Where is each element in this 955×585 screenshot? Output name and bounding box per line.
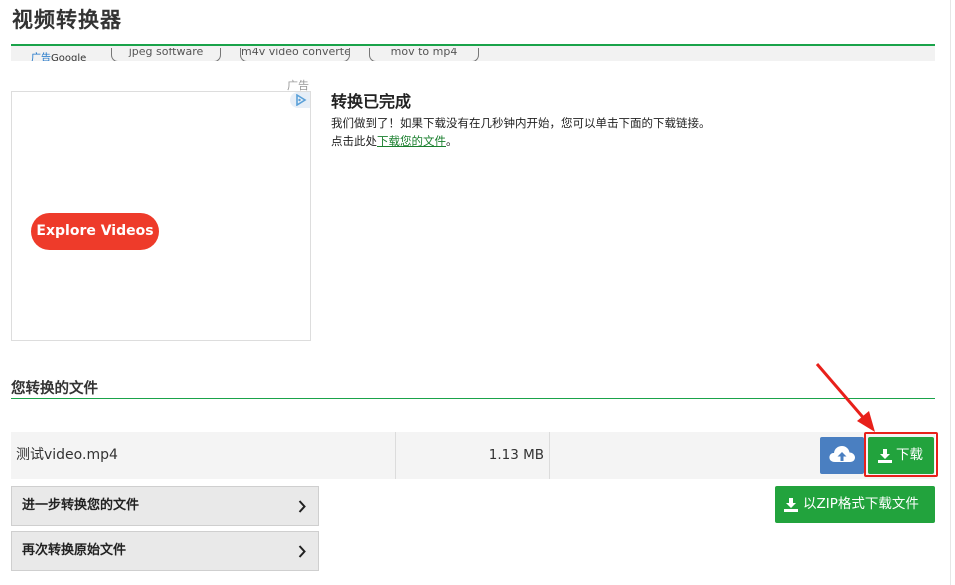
ad-link-bar: 广告Google jpeg software m4v video convert… [11, 46, 935, 61]
scrollbar-edge [950, 0, 951, 585]
files-divider [11, 398, 935, 399]
download-zip-button[interactable]: 以ZIP格式下载文件 [775, 486, 935, 523]
download-hint: 点击此处下载您的文件。 [331, 133, 458, 149]
cloud-upload-icon [829, 446, 855, 462]
conversion-complete-message: 我们做到了！如果下载没有在几秒钟内开始，您可以单击下面的下载链接。 [331, 116, 711, 130]
save-to-cloud-button[interactable] [820, 437, 864, 474]
ad-bar-label-google: Google [51, 53, 87, 61]
download-icon [784, 498, 798, 512]
converted-files-heading: 您转换的文件 [11, 381, 98, 397]
chevron-right-icon [298, 545, 306, 558]
convert-again-label: 再次转换原始文件 [22, 543, 127, 558]
download-button[interactable]: 下载 [868, 437, 934, 474]
download-hint-prefix: 点击此处 [331, 134, 377, 148]
convert-further-label: 进一步转换您的文件 [22, 498, 140, 513]
ad-bar-label: 广告Google [31, 49, 86, 61]
ad-chip-m4v-video-converter[interactable]: m4v video converte [240, 48, 350, 61]
column-divider [549, 432, 550, 479]
ad-choices-icon[interactable] [290, 92, 310, 108]
ad-chip-jpeg-software[interactable]: jpeg software [111, 48, 221, 61]
download-hint-suffix: 。 [446, 134, 458, 148]
convert-further-button[interactable]: 进一步转换您的文件 [11, 486, 319, 526]
page-title: 视频转换器 [12, 8, 122, 32]
explore-videos-button[interactable]: Explore Videos [31, 213, 159, 250]
convert-again-button[interactable]: 再次转换原始文件 [11, 531, 319, 571]
chevron-right-icon [298, 500, 306, 513]
ad-chip-mov-to-mp4[interactable]: mov to mp4 [369, 48, 479, 61]
download-zip-label: 以ZIP格式下载文件 [803, 496, 919, 512]
file-name: 测试video.mp4 [16, 447, 118, 463]
file-row: 测试video.mp4 1.13 MB [11, 432, 935, 479]
ad-bar-label-ad: 广告 [31, 53, 51, 61]
download-file-link[interactable]: 下载您的文件 [377, 134, 446, 148]
conversion-complete-title: 转换已完成 [331, 92, 412, 111]
file-size: 1.13 MB [488, 447, 544, 463]
download-button-label: 下载 [896, 447, 923, 463]
download-icon [878, 449, 892, 463]
